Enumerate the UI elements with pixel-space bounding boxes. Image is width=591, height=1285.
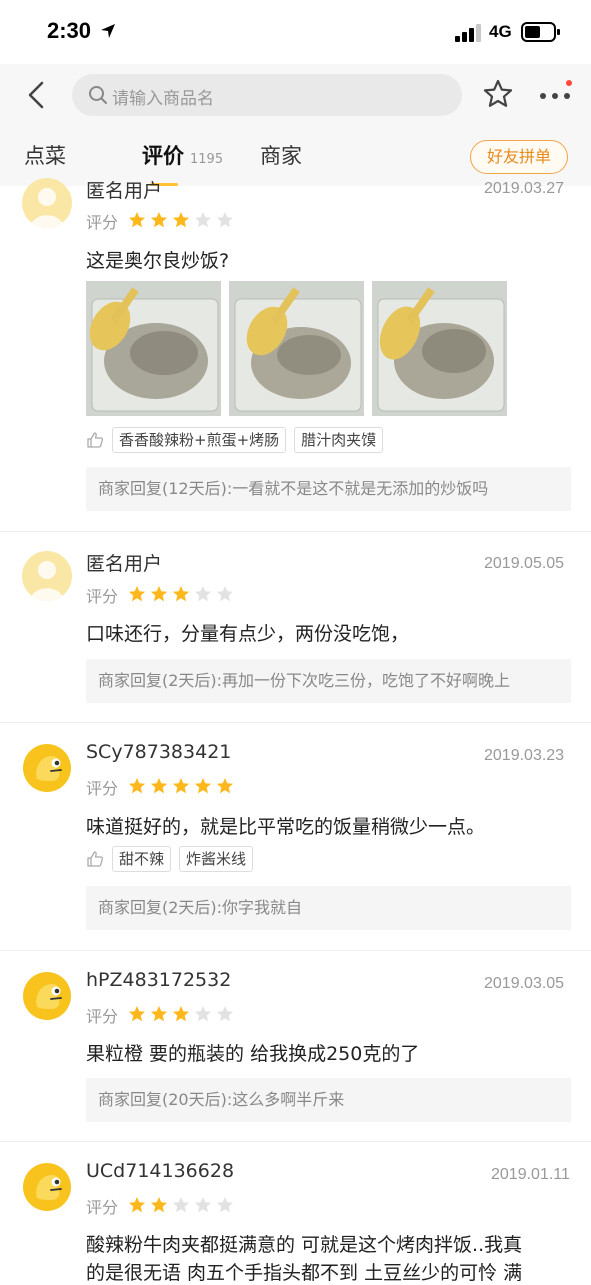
dish-tag[interactable]: 香香酸辣粉+煎蛋+烤肠 bbox=[112, 427, 287, 453]
cellular-signal-icon bbox=[455, 24, 481, 42]
star-icon bbox=[195, 586, 211, 602]
status-bar: 2:30 4G bbox=[0, 0, 591, 64]
status-time: 2:30 bbox=[47, 18, 92, 43]
review-item: hPZ483172532 2019.03.05 评分 果粒橙 要的瓶装的 给我换… bbox=[0, 951, 591, 1141]
avatar[interactable] bbox=[22, 743, 72, 793]
group-order-button[interactable]: 好友拼单 bbox=[470, 140, 568, 174]
more-options-icon[interactable] bbox=[538, 80, 574, 108]
rating-label: 评分 bbox=[86, 1198, 119, 1217]
rating-label: 评分 bbox=[86, 779, 119, 798]
review-text-line2: 的是很无语 肉五个手指头都不到 土豆丝少的可怜 满 bbox=[86, 1262, 523, 1284]
star-rating bbox=[128, 1005, 234, 1023]
star-icon bbox=[217, 1197, 233, 1213]
tab-menu[interactable]: 点菜 bbox=[24, 140, 66, 170]
avatar[interactable] bbox=[22, 971, 72, 1021]
merchant-reply: 商家回复(2天后):你字我就自 bbox=[86, 886, 571, 930]
review-username: SCy787383421 bbox=[86, 741, 232, 763]
dish-tag[interactable]: 甜不辣 bbox=[112, 846, 172, 872]
dish-tag[interactable]: 炸酱米线 bbox=[179, 846, 254, 872]
rating-label: 评分 bbox=[86, 1007, 119, 1026]
merchant-reply: 商家回复(20天后):这么多啊半斤来 bbox=[86, 1078, 571, 1122]
review-date: 2019.03.23 bbox=[484, 747, 565, 764]
avatar[interactable] bbox=[22, 1162, 72, 1212]
star-icon bbox=[217, 212, 233, 228]
battery-icon bbox=[521, 22, 560, 42]
star-icon bbox=[195, 1006, 211, 1022]
review-item: UCd714136628 2019.01.11 评分 酸辣粉牛肉夹都挺满意的 可… bbox=[0, 1142, 591, 1284]
back-arrow-icon[interactable] bbox=[22, 80, 50, 110]
thumbs-up-icon bbox=[86, 431, 104, 449]
review-date: 2019.03.27 bbox=[484, 180, 565, 197]
review-text: 口味还行，分量有点少，两份没吃饱， bbox=[86, 623, 410, 645]
thumbs-up-icon bbox=[86, 850, 104, 868]
star-icon bbox=[173, 1006, 189, 1022]
search-placeholder: 请输入商品名 bbox=[112, 89, 214, 109]
star-icon bbox=[173, 1197, 189, 1213]
tab-merchant[interactable]: 商家 bbox=[260, 140, 302, 170]
review-count: 1195 bbox=[190, 152, 224, 167]
review-photo[interactable] bbox=[86, 281, 221, 416]
review-username: UCd714136628 bbox=[86, 1160, 235, 1182]
review-photo[interactable] bbox=[229, 281, 364, 416]
star-icon bbox=[151, 1197, 167, 1213]
review-date: 2019.03.05 bbox=[484, 975, 565, 992]
review-photo[interactable] bbox=[372, 281, 507, 416]
star-icon bbox=[173, 212, 189, 228]
review-username: hPZ483172532 bbox=[86, 969, 232, 991]
dish-tag[interactable]: 腊汁肉夹馍 bbox=[294, 427, 384, 453]
merchant-reply: 商家回复(2天后):再加一份下次吃三份，吃饱了不好啊晚上 bbox=[86, 659, 571, 703]
rating-label: 评分 bbox=[86, 587, 119, 606]
review-date: 2019.01.11 bbox=[491, 1166, 570, 1183]
rating-label: 评分 bbox=[86, 213, 119, 232]
star-icon bbox=[129, 586, 145, 602]
review-date: 2019.05.05 bbox=[484, 555, 565, 572]
star-rating bbox=[128, 1196, 234, 1214]
recommended-dishes: 甜不辣 炸酱米线 bbox=[86, 846, 254, 872]
star-icon bbox=[217, 778, 233, 794]
avatar[interactable] bbox=[22, 178, 72, 228]
star-icon bbox=[129, 1197, 145, 1213]
star-icon bbox=[151, 778, 167, 794]
star-icon bbox=[195, 1197, 211, 1213]
star-icon bbox=[195, 212, 211, 228]
star-icon bbox=[151, 586, 167, 602]
review-item: SCy787383421 2019.03.23 评分 味道挺好的，就是比平常吃的… bbox=[0, 723, 591, 950]
star-icon bbox=[129, 1006, 145, 1022]
review-username: 匿名用户 bbox=[86, 180, 163, 202]
star-icon bbox=[151, 212, 167, 228]
star-icon bbox=[195, 778, 211, 794]
star-rating bbox=[128, 211, 234, 229]
review-photos bbox=[86, 281, 507, 416]
network-type: 4G bbox=[489, 22, 512, 41]
review-text: 酸辣粉牛肉夹都挺满意的 可就是这个烤肉拌饭..我真 bbox=[86, 1234, 523, 1256]
star-icon bbox=[173, 586, 189, 602]
tab-reviews[interactable]: 评价 1195 bbox=[142, 140, 223, 170]
tab-reviews-label: 评价 bbox=[142, 144, 184, 168]
search-icon bbox=[89, 86, 107, 104]
merchant-reply: 商家回复(12天后):一看就不是这不就是无添加的炒饭吗 bbox=[86, 467, 571, 511]
avatar[interactable] bbox=[22, 551, 72, 601]
favorite-star-icon[interactable] bbox=[482, 78, 514, 110]
review-text: 果粒橙 要的瓶装的 给我换成250克的了 bbox=[86, 1043, 420, 1065]
location-arrow-icon bbox=[101, 24, 115, 38]
review-text: 这是奥尔良炒饭? bbox=[86, 250, 230, 272]
review-item: 匿名用户 2019.03.27 评分 这是奥尔良炒饭? 香香酸辣粉+煎蛋+烤肠 … bbox=[0, 186, 591, 532]
star-icon bbox=[151, 1006, 167, 1022]
star-rating bbox=[128, 585, 234, 603]
star-icon bbox=[217, 1006, 233, 1022]
star-rating bbox=[128, 777, 234, 795]
star-icon bbox=[173, 778, 189, 794]
star-icon bbox=[129, 212, 145, 228]
review-username: 匿名用户 bbox=[86, 553, 163, 575]
star-icon bbox=[217, 586, 233, 602]
review-text: 味道挺好的，就是比平常吃的饭量稍微少一点。 bbox=[86, 816, 486, 838]
review-item: 匿名用户 2019.05.05 评分 口味还行，分量有点少，两份没吃饱， 商家回… bbox=[0, 532, 591, 722]
header: 请输入商品名 点菜 评价 1195 商家 好友拼单 bbox=[0, 64, 591, 186]
recommended-dishes: 香香酸辣粉+煎蛋+烤肠 腊汁肉夹馍 bbox=[86, 427, 384, 453]
search-input[interactable]: 请输入商品名 bbox=[72, 74, 462, 116]
star-icon bbox=[129, 778, 145, 794]
